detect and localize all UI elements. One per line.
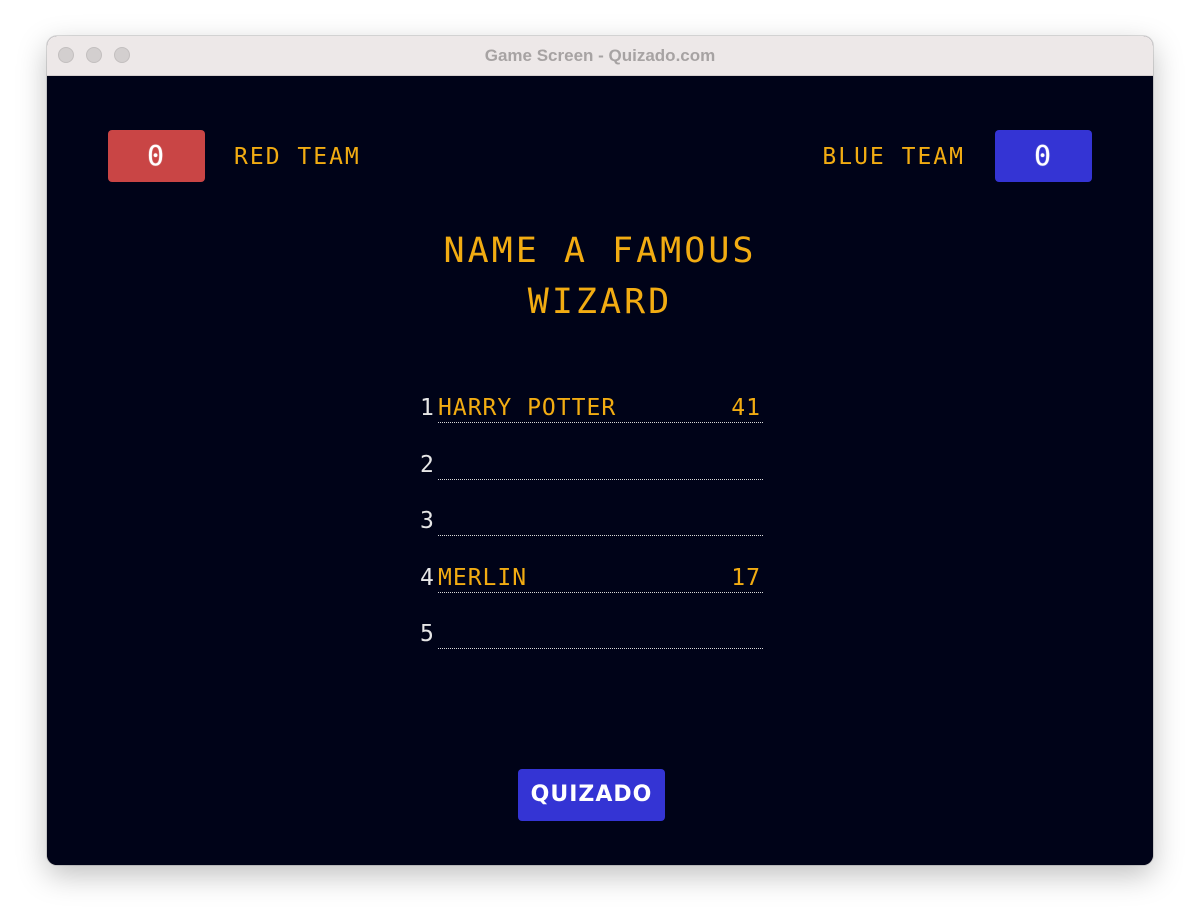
blue-team-score: 0 (995, 130, 1092, 182)
answer-number: 2 (420, 451, 434, 478)
question-line-1: NAME A FAMOUS (443, 231, 757, 271)
answer-list: 1 HARRY POTTER 41 2 3 4 MERLIN 17 5 (420, 388, 765, 671)
answer-points: 17 (731, 564, 761, 591)
red-team-score: 0 (108, 130, 205, 182)
answer-row-4: 4 MERLIN 17 (420, 558, 765, 615)
app-window: Game Screen - Quizado.com 0 RED TEAM BLU… (47, 36, 1153, 865)
quizado-logo-button[interactable]: QUIZADO (518, 769, 665, 821)
answer-row-2: 2 (420, 445, 765, 502)
answer-slot[interactable]: HARRY POTTER 41 (438, 394, 763, 423)
answer-number: 5 (420, 621, 434, 647)
answer-slot[interactable] (438, 451, 763, 480)
question-line-2: WIZARD (527, 282, 673, 322)
answer-slot[interactable]: MERLIN 17 (438, 564, 763, 593)
answer-points: 41 (731, 395, 761, 421)
answer-row-1: 1 HARRY POTTER 41 (420, 388, 765, 445)
answer-text: MERLIN (438, 564, 528, 591)
answer-number: 3 (420, 508, 434, 534)
answer-number: 1 (420, 395, 434, 421)
blue-team-label: BLUE TEAM (822, 144, 965, 170)
title-bar: Game Screen - Quizado.com (47, 36, 1153, 76)
answer-text: HARRY POTTER (438, 395, 617, 421)
question-text: NAME A FAMOUS WIZARD (400, 226, 800, 328)
answer-slot[interactable] (438, 507, 763, 536)
answer-row-3: 3 (420, 501, 765, 558)
game-board: 0 RED TEAM BLUE TEAM 0 NAME A FAMOUS WIZ… (47, 76, 1153, 865)
window-title: Game Screen - Quizado.com (484, 46, 716, 65)
red-team-label: RED TEAM (234, 144, 361, 170)
answer-row-5: 5 (420, 614, 765, 671)
answer-slot[interactable] (438, 620, 763, 649)
answer-number: 4 (420, 564, 434, 591)
